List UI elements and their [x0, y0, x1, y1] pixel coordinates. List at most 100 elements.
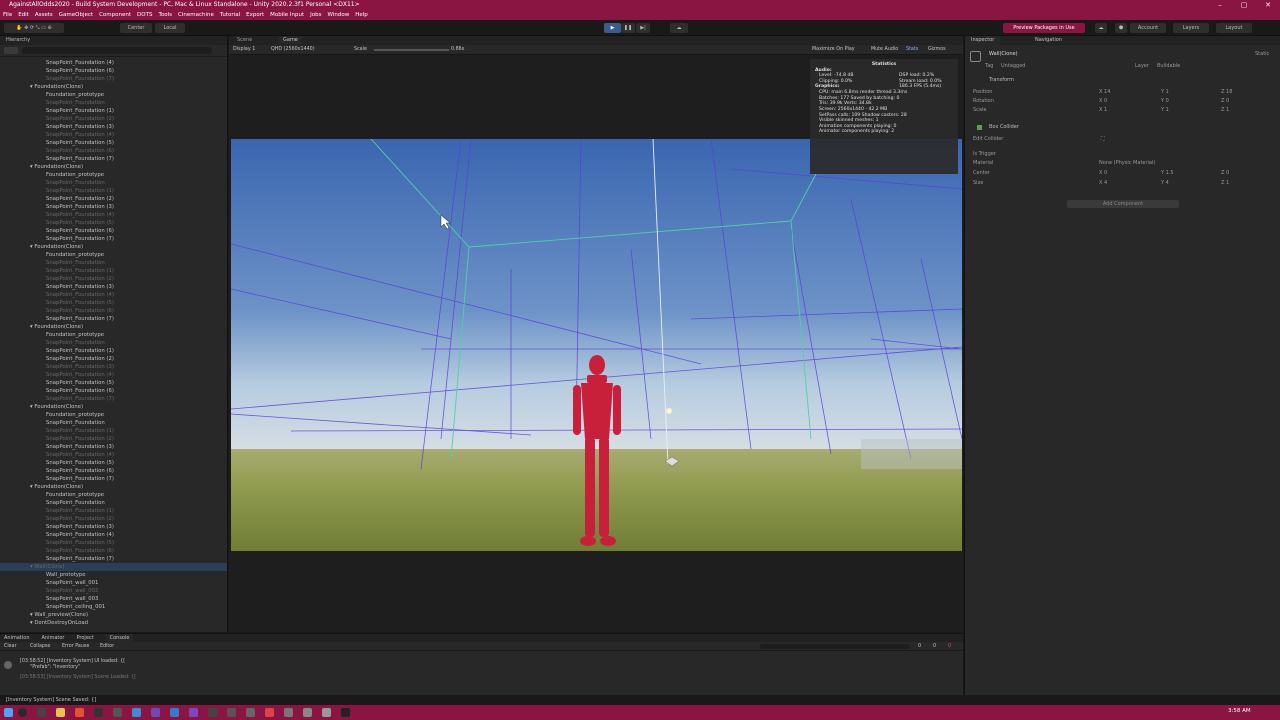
position-x[interactable]: X 14: [1099, 89, 1110, 96]
add-component-button[interactable]: Add Component: [1067, 200, 1179, 208]
services-icon[interactable]: ⬢: [1115, 23, 1127, 33]
hierarchy-child-item[interactable]: SnapPoint_Foundation (2): [0, 275, 227, 283]
hierarchy-child-item[interactable]: SnapPoint_Foundation (4): [0, 131, 227, 139]
app-icon-2[interactable]: [151, 708, 160, 717]
scale-z[interactable]: Z 1: [1221, 107, 1229, 114]
terminal-icon[interactable]: [113, 708, 122, 717]
hierarchy-child-item[interactable]: SnapPoint_Foundation: [0, 179, 227, 187]
hierarchy-child-item[interactable]: SnapPoint_Foundation (3): [0, 203, 227, 211]
hierarchy-child-item[interactable]: SnapPoint_Foundation (7): [0, 75, 227, 83]
pivot-local-toggle[interactable]: Local: [155, 23, 185, 33]
object-name[interactable]: Wall(Clone): [989, 51, 1018, 57]
app-icon-5[interactable]: [227, 708, 236, 717]
hierarchy-child-item[interactable]: SnapPoint_Foundation (2): [0, 115, 227, 123]
display-dropdown[interactable]: Display 1: [233, 47, 255, 52]
layers-dropdown[interactable]: Layers: [1173, 23, 1209, 33]
preview-packages-badge[interactable]: Preview Packages in Use: [1003, 23, 1085, 33]
menu-item-window[interactable]: Window: [328, 10, 350, 20]
tab-game[interactable]: Game: [279, 36, 302, 44]
pause-button[interactable]: ❚❚: [621, 23, 635, 33]
hierarchy-child-item[interactable]: SnapPoint_Foundation (4): [0, 211, 227, 219]
unity-icon[interactable]: [341, 708, 350, 717]
app-icon-4[interactable]: [208, 708, 217, 717]
tab-inspector[interactable]: Inspector: [965, 36, 1001, 45]
transform-header[interactable]: Transform: [989, 77, 1014, 84]
size-x[interactable]: X 4: [1099, 180, 1107, 187]
hierarchy-child-item[interactable]: SnapPoint_Foundation (5): [0, 299, 227, 307]
hierarchy-child-item[interactable]: SnapPoint_Foundation (1): [0, 107, 227, 115]
hierarchy-child-item[interactable]: SnapPoint_Foundation (4): [0, 451, 227, 459]
hierarchy-child-item[interactable]: SnapPoint_Foundation (6): [0, 467, 227, 475]
clock[interactable]: 3:58 AM: [1228, 708, 1251, 714]
editor-dropdown[interactable]: Editor: [100, 642, 114, 651]
create-button[interactable]: [4, 47, 18, 54]
hierarchy-child-item[interactable]: SnapPoint_Foundation (7): [0, 235, 227, 243]
app-icon-10[interactable]: [322, 708, 331, 717]
hierarchy-child-item[interactable]: SnapPoint_wall_001: [0, 579, 227, 587]
tab-scene[interactable]: Scene: [237, 37, 252, 43]
box-collider-header[interactable]: Box Collider: [989, 124, 1019, 131]
tag-dropdown[interactable]: Untagged: [1001, 63, 1025, 70]
account-dropdown[interactable]: Account: [1130, 23, 1166, 33]
hierarchy-child-item[interactable]: SnapPoint_Foundation (2): [0, 355, 227, 363]
error-pause-toggle[interactable]: Error Pause: [62, 642, 89, 651]
taskview-icon[interactable]: [37, 708, 46, 717]
hierarchy-child-item[interactable]: SnapPoint_Foundation (1): [0, 267, 227, 275]
hierarchy-child-item[interactable]: SnapPoint_Foundation (7): [0, 555, 227, 563]
vscode-icon[interactable]: [189, 708, 198, 717]
firefox-icon[interactable]: [75, 708, 84, 717]
hierarchy-child-item[interactable]: SnapPoint_Foundation (3): [0, 363, 227, 371]
material-field[interactable]: None (Physic Material): [1099, 160, 1155, 167]
play-button[interactable]: ▶: [604, 23, 621, 33]
hierarchy-child-item[interactable]: SnapPoint_wall_003: [0, 595, 227, 603]
menu-item-cinemachine[interactable]: Cinemachine: [178, 10, 214, 20]
hierarchy-child-item[interactable]: Foundation_prototype: [0, 491, 227, 499]
hierarchy-child-item[interactable]: Foundation_prototype: [0, 171, 227, 179]
close-icon[interactable]: ✕: [1258, 0, 1278, 10]
hierarchy-child-item[interactable]: SnapPoint_Foundation (6): [0, 547, 227, 555]
position-y[interactable]: Y 1: [1161, 89, 1169, 96]
hierarchy-child-item[interactable]: Wall_prototype: [0, 571, 227, 579]
hierarchy-child-item[interactable]: SnapPoint_Foundation (7): [0, 475, 227, 483]
mute-audio-toggle[interactable]: Mute Audio: [871, 47, 898, 52]
hierarchy-child-item[interactable]: SnapPoint_Foundation (2): [0, 435, 227, 443]
hierarchy-child-item[interactable]: SnapPoint_Foundation (4): [0, 291, 227, 299]
gizmos-dropdown[interactable]: Gizmos: [928, 47, 946, 52]
minimize-icon[interactable]: –: [1210, 0, 1230, 10]
rotation-z[interactable]: Z 0: [1221, 98, 1229, 105]
hierarchy-parent-item[interactable]: ▾ Foundation(Clone): [0, 403, 227, 411]
hierarchy-child-item[interactable]: SnapPoint_Foundation: [0, 499, 227, 507]
hierarchy-child-item[interactable]: SnapPoint_Foundation (7): [0, 315, 227, 323]
hierarchy-parent-item[interactable]: ▾ Foundation(Clone): [0, 83, 227, 91]
log-entry-1[interactable]: [03:58:52] [Inventory System] UI loaded:…: [20, 659, 125, 664]
hierarchy-child-item[interactable]: SnapPoint_Foundation (3): [0, 283, 227, 291]
position-z[interactable]: Z 18: [1221, 89, 1232, 96]
hierarchy-child-item[interactable]: SnapPoint_Foundation (6): [0, 147, 227, 155]
hierarchy-child-item[interactable]: SnapPoint_Foundation (3): [0, 443, 227, 451]
hierarchy-child-item[interactable]: Foundation_prototype: [0, 91, 227, 99]
game-viewport[interactable]: [231, 139, 962, 551]
center-z[interactable]: Z 0: [1221, 170, 1229, 177]
pivot-center-toggle[interactable]: Center: [120, 23, 152, 33]
hierarchy-child-item[interactable]: SnapPoint_Foundation: [0, 419, 227, 427]
app-icon-6[interactable]: [246, 708, 255, 717]
center-x[interactable]: X 0: [1099, 170, 1107, 177]
tab-navigation[interactable]: Navigation: [1035, 36, 1062, 45]
menu-item-jobs[interactable]: Jobs: [310, 10, 321, 20]
hierarchy-parent-item[interactable]: ▾ Wall_preview(Clone): [0, 611, 227, 619]
hierarchy-child-item[interactable]: SnapPoint_Foundation (7): [0, 395, 227, 403]
app-icon-1[interactable]: [132, 708, 141, 717]
menu-item-edit[interactable]: Edit: [18, 10, 29, 20]
hierarchy-child-item[interactable]: SnapPoint_Foundation (3): [0, 523, 227, 531]
hierarchy-child-item[interactable]: SnapPoint_Foundation: [0, 339, 227, 347]
hierarchy-child-item[interactable]: SnapPoint_Foundation (6): [0, 227, 227, 235]
center-y[interactable]: Y 1.5: [1161, 170, 1174, 177]
stats-toggle[interactable]: Stats: [906, 47, 918, 52]
scale-slider[interactable]: [374, 49, 449, 51]
transform-tools[interactable]: ✋ ✥ ⟳ ⤡ ▭ ⊕: [4, 23, 64, 33]
scale-x[interactable]: X 1: [1099, 107, 1107, 114]
explorer-icon[interactable]: [56, 708, 65, 717]
hierarchy-child-item[interactable]: SnapPoint_Foundation (4): [0, 59, 227, 67]
hierarchy-child-item[interactable]: SnapPoint_Foundation (1): [0, 427, 227, 435]
maximize-icon[interactable]: ▢: [1234, 0, 1254, 10]
